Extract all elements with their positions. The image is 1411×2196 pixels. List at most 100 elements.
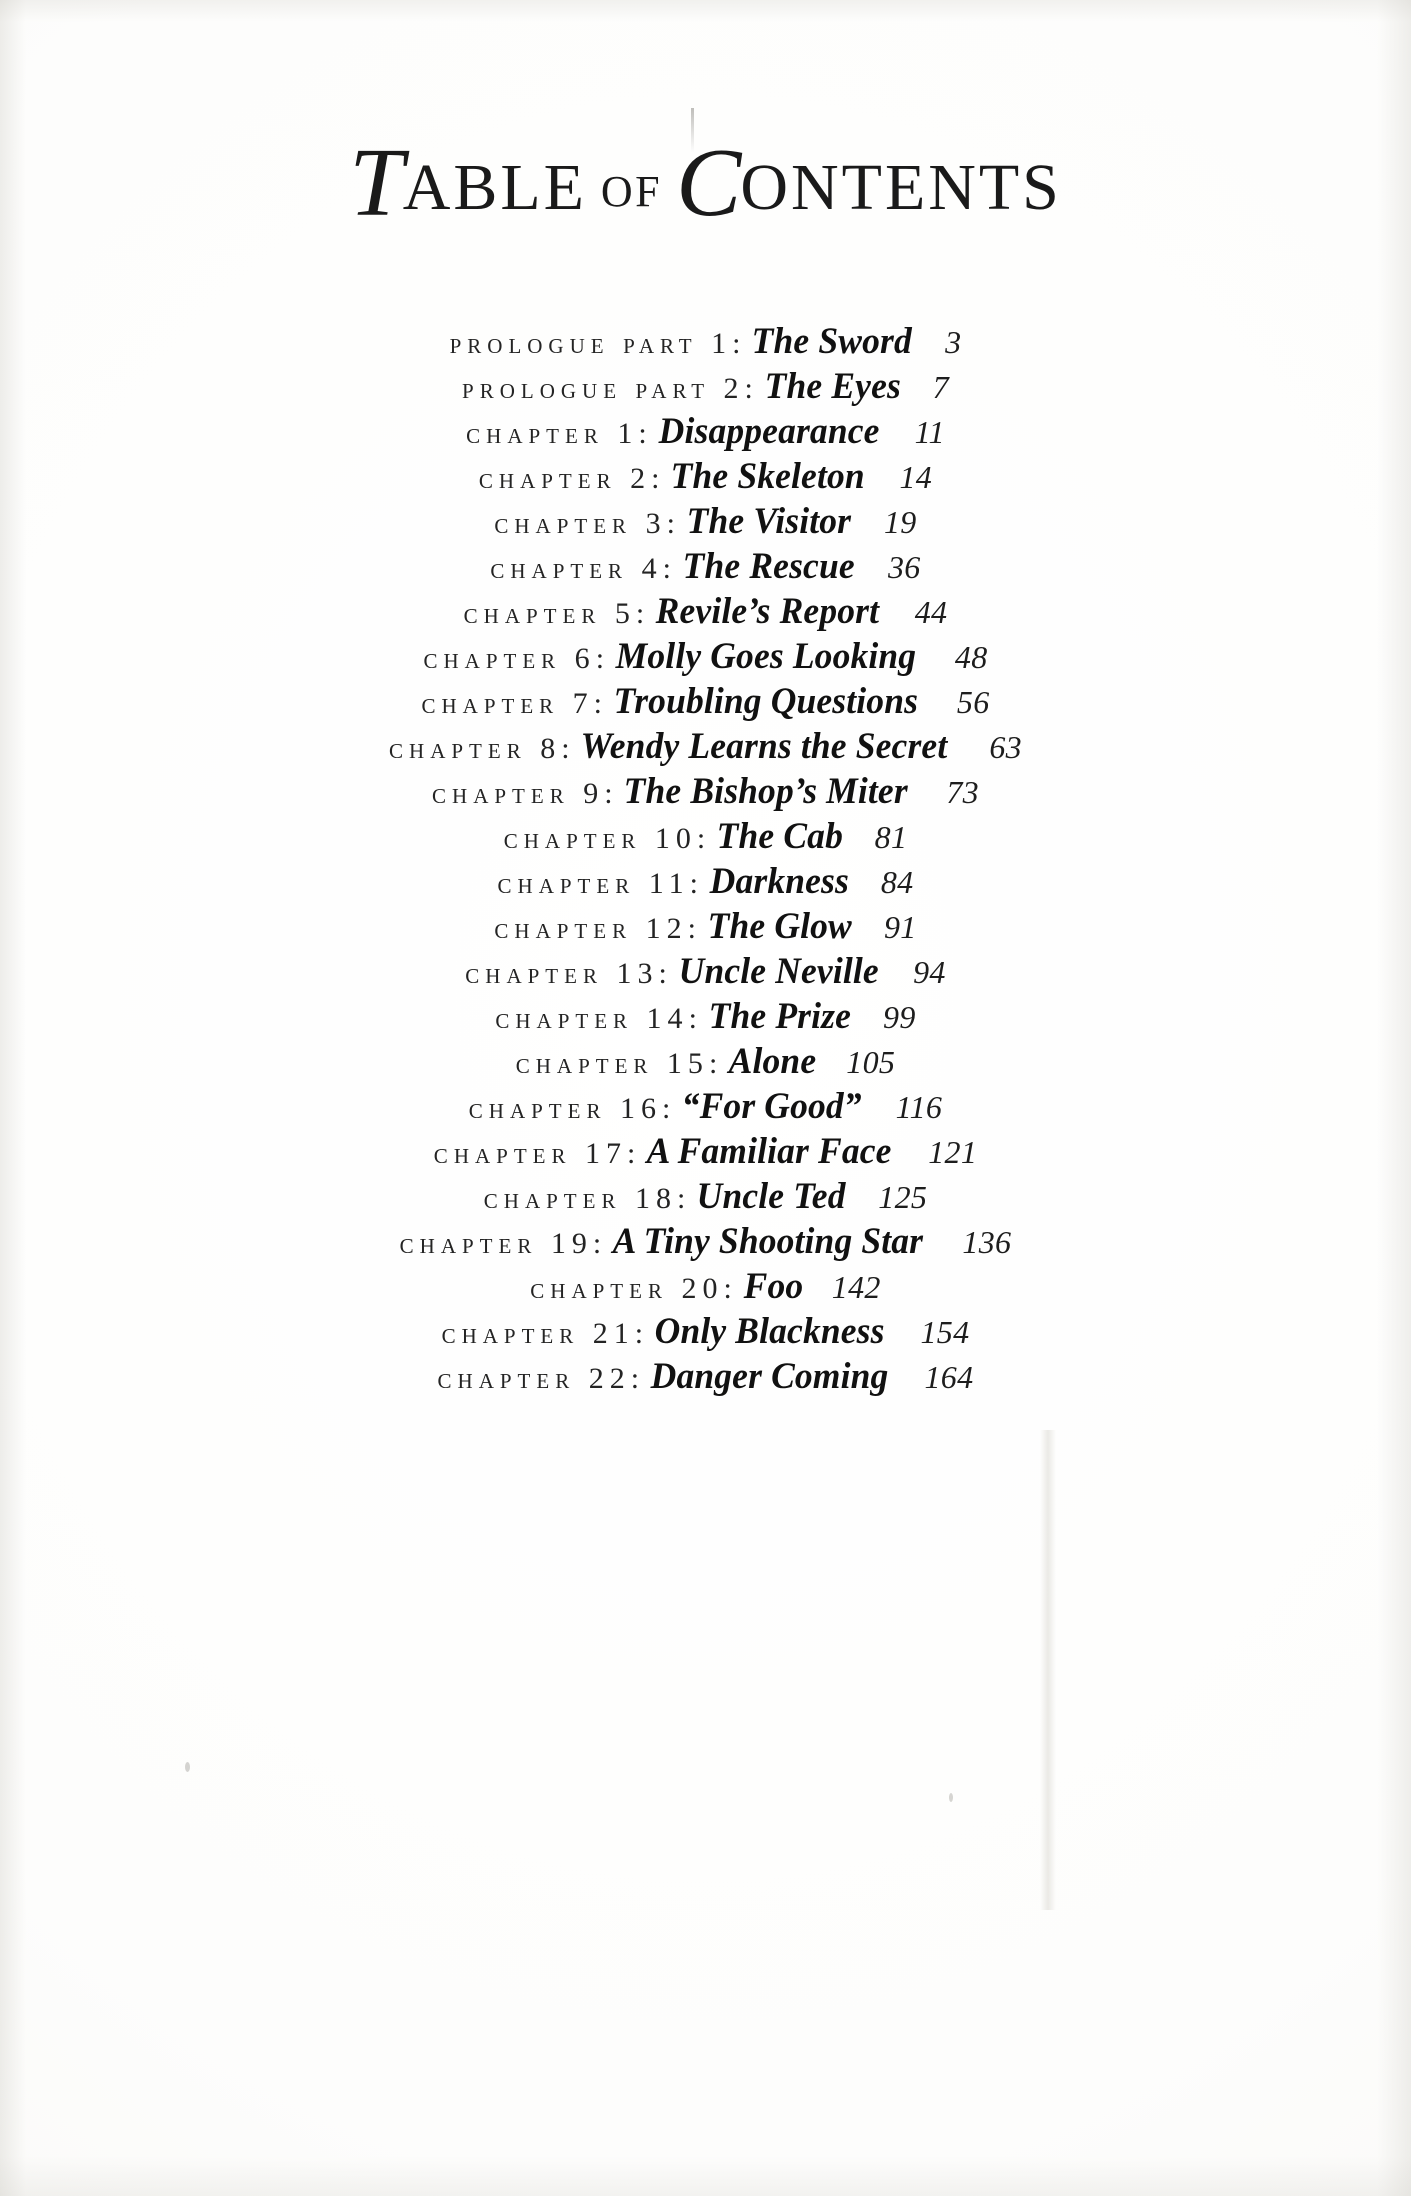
toc-entry-title: The Rescue <box>682 546 855 587</box>
toc-entry[interactable]: Chapter 11: Darkness 84 <box>0 860 1411 905</box>
toc-entry-label: Prologue Part 2 <box>462 372 745 405</box>
toc-entry-page-number: 73 <box>946 774 979 810</box>
toc-entry-page-number: 11 <box>914 414 945 450</box>
toc-entry-label: Chapter 2 <box>478 462 652 495</box>
toc-entry-page-number: 142 <box>831 1269 881 1305</box>
toc-entry-separator: : <box>723 1272 734 1305</box>
toc-entry-separator: : <box>604 777 615 810</box>
toc-entry-label: Chapter 19 <box>399 1227 593 1260</box>
toc-entry-page-number: 36 <box>887 549 921 585</box>
toc-entry-page-number: 94 <box>913 954 946 990</box>
toc-entry-title: The Bishop’s Miter <box>624 771 909 812</box>
toc-entry-title: Molly Goes Looking <box>615 636 917 677</box>
toc-entry-title: Troubling Questions <box>613 681 918 722</box>
toc-entry-title: The Visitor <box>686 501 851 542</box>
toc-entry-separator: : <box>634 1317 645 1350</box>
toc-entry-label: Chapter 20 <box>530 1272 724 1305</box>
toc-entry[interactable]: Chapter 16: “For Good” 116 <box>0 1085 1411 1130</box>
toc-page: TABLE OF CONTENTS Prologue Part 1: The Swor… <box>0 0 1411 1400</box>
toc-entry-separator: : <box>651 462 662 495</box>
toc-entry-separator: : <box>627 1137 638 1170</box>
toc-entry-label: Chapter 9 <box>432 777 605 810</box>
toc-entry-title: Alone <box>728 1041 817 1082</box>
toc-entry-separator: : <box>635 597 646 630</box>
toc-entry-label: Chapter 13 <box>465 957 659 990</box>
page-title: TABLE OF CONTENTS <box>0 0 1411 232</box>
toc-entry-separator: : <box>666 507 677 540</box>
toc-entry-label: Chapter 21 <box>441 1317 635 1350</box>
toc-entry-separator: : <box>630 1362 641 1395</box>
toc-entry[interactable]: Chapter 5: Revile’s Report 44 <box>0 590 1411 635</box>
title-letter-t: T <box>349 129 404 237</box>
toc-entry-label: Chapter 1 <box>466 417 639 450</box>
toc-entry-page-number: 63 <box>989 729 1022 765</box>
toc-entry-title: The Eyes <box>764 366 901 407</box>
toc-entry[interactable]: Chapter 12: The Glow 91 <box>0 905 1411 950</box>
toc-entry[interactable]: Chapter 21: Only Blackness 154 <box>0 1310 1411 1355</box>
toc-entry[interactable]: Chapter 3: The Visitor 19 <box>0 500 1411 545</box>
toc-entry[interactable]: Chapter 4: The Rescue 36 <box>0 545 1411 590</box>
toc-entry-page-number: 116 <box>895 1089 943 1125</box>
toc-entry[interactable]: Chapter 22: Danger Coming 164 <box>0 1355 1411 1400</box>
toc-entry-title: Darkness <box>709 861 849 902</box>
toc-entry-label: Chapter 16 <box>468 1092 662 1125</box>
toc-entry-title: The Glow <box>707 906 852 947</box>
toc-entry-page-number: 44 <box>914 594 948 630</box>
toc-entry-page-number: 14 <box>899 459 933 495</box>
toc-entry[interactable]: Chapter 13: Uncle Neville 94 <box>0 950 1411 995</box>
toc-entry-page-number: 121 <box>928 1134 978 1170</box>
toc-entry-separator: : <box>658 957 669 990</box>
toc-entry-label: Chapter 15 <box>515 1047 709 1080</box>
toc-entry-title: The Prize <box>708 996 851 1037</box>
toc-entry[interactable]: Chapter 18: Uncle Ted 125 <box>0 1175 1411 1220</box>
toc-entry-label: Chapter 11 <box>497 867 690 900</box>
toc-entry-title: Revile’s Report <box>655 591 880 632</box>
toc-entry-title: Only Blackness <box>654 1311 885 1352</box>
toc-entry[interactable]: Chapter 19: A Tiny Shooting Star 136 <box>0 1220 1411 1265</box>
toc-entry[interactable]: Chapter 6: Molly Goes Looking 48 <box>0 635 1411 680</box>
toc-entry-page-number: 84 <box>880 864 914 900</box>
toc-entry-label: Chapter 18 <box>483 1182 677 1215</box>
toc-entry[interactable]: Chapter 17: A Familiar Face 121 <box>0 1130 1411 1175</box>
toc-entry-label: Chapter 10 <box>503 822 697 855</box>
toc-entry-title: “For Good” <box>681 1086 862 1127</box>
toc-entry[interactable]: Chapter 7: Troubling Questions 56 <box>0 680 1411 725</box>
toc-entry-title: The Cab <box>716 816 844 857</box>
toc-entry-label: Chapter 3 <box>494 507 667 540</box>
toc-entry-page-number: 19 <box>883 504 917 540</box>
toc-entry[interactable]: Prologue Part 1: The Sword 3 <box>0 320 1411 365</box>
toc-entry[interactable]: Chapter 1: Disappearance 11 <box>0 410 1411 455</box>
toc-entry-separator: : <box>696 822 708 855</box>
toc-entry-page-number: 3 <box>945 324 962 360</box>
toc-entry-page-number: 105 <box>846 1044 896 1080</box>
toc-entry[interactable]: Chapter 10: The Cab 81 <box>0 815 1411 860</box>
toc-entry-list: Prologue Part 1: The Sword 3 Prologue Part … <box>0 226 1411 1400</box>
toc-entry-separator: : <box>593 687 604 720</box>
toc-entry-separator: : <box>595 642 606 675</box>
toc-entry-separator: : <box>689 867 700 900</box>
toc-entry[interactable]: Chapter 9: The Bishop’s Miter 73 <box>0 770 1411 815</box>
toc-entry-page-number: 56 <box>956 684 990 720</box>
toc-entry[interactable]: Chapter 15: Alone 105 <box>0 1040 1411 1085</box>
toc-entry-title: A Tiny Shooting Star <box>612 1221 924 1262</box>
toc-entry-title: Uncle Ted <box>696 1176 846 1217</box>
toc-entry-title: The Sword <box>751 321 913 362</box>
toc-entry[interactable]: Chapter 20: Foo 142 <box>0 1265 1411 1310</box>
toc-entry-label: Chapter 4 <box>490 552 663 585</box>
toc-entry-separator: : <box>688 1002 699 1035</box>
toc-entry[interactable]: Prologue Part 2: The Eyes 7 <box>0 365 1411 410</box>
toc-entry[interactable]: Chapter 2: The Skeleton 14 <box>0 455 1411 500</box>
title-word-able: ABLE <box>402 151 587 224</box>
toc-entry-label: Prologue Part 1 <box>449 327 733 360</box>
toc-entry-separator: : <box>662 552 673 585</box>
title-letter-c: C <box>676 129 741 237</box>
toc-entry-page-number: 99 <box>883 999 916 1035</box>
toc-entry-page-number: 136 <box>962 1224 1012 1260</box>
toc-entry-page-number: 164 <box>924 1359 974 1395</box>
toc-entry[interactable]: Chapter 14: The Prize 99 <box>0 995 1411 1040</box>
toc-entry-page-number: 154 <box>920 1314 970 1350</box>
toc-entry-page-number: 91 <box>883 909 917 945</box>
title-word-ontents: ONTENTS <box>740 151 1062 224</box>
toc-entry[interactable]: Chapter 8: Wendy Learns the Secret 63 <box>0 725 1411 770</box>
toc-entry-separator: : <box>687 912 698 945</box>
